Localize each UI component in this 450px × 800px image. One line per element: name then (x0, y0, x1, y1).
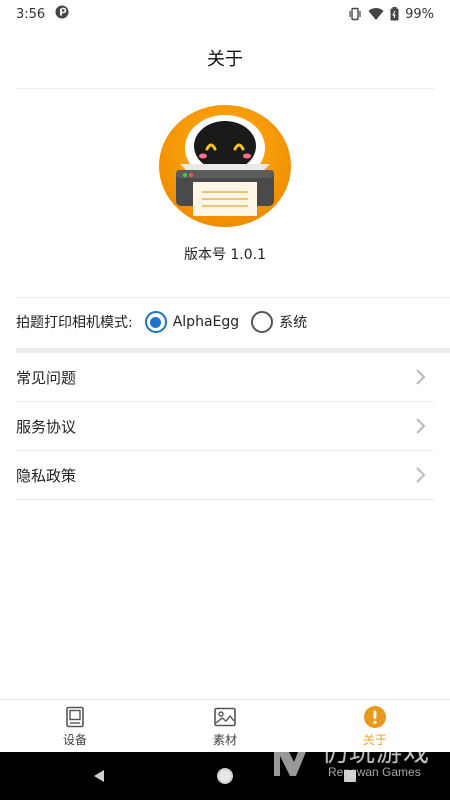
system-nav-bar (0, 752, 450, 800)
page-title: 关于 (207, 49, 243, 70)
app-version: 版本号 1.0.1 (183, 247, 267, 263)
tab-about[interactable]: 关于 (300, 700, 450, 752)
chevron-right-icon (416, 418, 426, 434)
tab-materials[interactable]: 素材 (150, 700, 300, 752)
chevron-right-icon (416, 467, 426, 483)
back-button[interactable] (75, 752, 123, 800)
header-divider (16, 88, 434, 89)
tab-device-label: 设备 (62, 732, 87, 747)
radio-checked-icon (144, 311, 167, 333)
bottom-nav: 设备 素材 关于 (0, 699, 450, 752)
radio-alphaegg[interactable]: AlphaEgg (144, 311, 240, 333)
menu-item-service-agreement[interactable]: 服务协议 (16, 402, 434, 451)
tab-device[interactable]: 设备 (0, 700, 150, 752)
tab-about-label: 关于 (362, 732, 387, 747)
chevron-right-icon (416, 369, 426, 385)
notification-icon (55, 5, 69, 23)
device-icon (66, 706, 84, 727)
home-button[interactable] (201, 752, 249, 800)
radio-unchecked-icon (251, 311, 274, 333)
menu-item-label: 常见问题 (16, 368, 77, 387)
battery-percent: 99% (405, 6, 434, 22)
vibrate-icon (348, 7, 362, 21)
menu-item-label: 服务协议 (16, 417, 77, 436)
radio-alphaegg-label: AlphaEgg (172, 314, 240, 330)
status-time: 3:56 (16, 6, 46, 22)
wifi-icon (368, 7, 384, 21)
radio-system[interactable]: 系统 (251, 311, 307, 333)
recents-icon (344, 770, 356, 782)
menu-item-label: 隐私政策 (16, 466, 77, 485)
camera-mode-label: 拍题打印相机模式: (16, 315, 133, 331)
menu-item-privacy-policy[interactable]: 隐私政策 (16, 451, 434, 500)
menu-item-faq[interactable]: 常见问题 (16, 353, 434, 402)
app-logo (158, 104, 292, 228)
recents-button[interactable] (326, 752, 374, 800)
back-icon (94, 770, 104, 782)
tab-materials-label: 素材 (212, 732, 237, 747)
header: 关于 (0, 28, 450, 88)
radio-system-label: 系统 (279, 315, 308, 331)
battery-icon (390, 7, 399, 21)
image-icon (214, 707, 236, 726)
menu-list: 常见问题 服务协议 隐私政策 (16, 353, 434, 500)
camera-mode-row: 拍题打印相机模式: AlphaEgg 系统 (16, 298, 450, 346)
info-icon (364, 705, 386, 728)
status-bar: 3:56 99% (0, 0, 450, 28)
status-icons: 99% (348, 7, 434, 22)
home-icon (217, 768, 233, 784)
